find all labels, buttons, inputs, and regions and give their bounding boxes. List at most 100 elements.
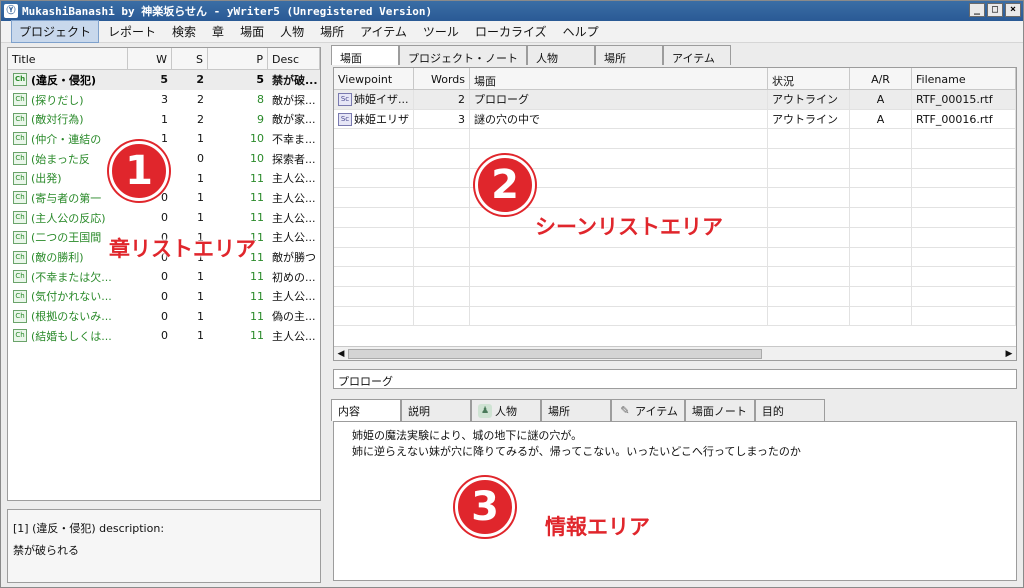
bottom-tab-strip: 内容 説明 ♟ 人物 場所 ✎ アイテム 場面ノート 目的: [331, 399, 825, 421]
column-header-scene[interactable]: 場面: [470, 68, 768, 89]
column-header-scenes[interactable]: S: [172, 48, 208, 69]
top-tab[interactable]: 場所: [595, 45, 663, 65]
scene-content-editor[interactable]: 姉姫の魔法実験により、城の地下に謎の穴が。 姉に逆らえない妹が穴に降りてみるが、…: [333, 421, 1017, 581]
top-tab[interactable]: 場面: [331, 45, 399, 65]
bottom-tab[interactable]: 説明: [401, 399, 471, 421]
top-tab[interactable]: プロジェクト・ノート: [399, 45, 527, 65]
empty-cell: [850, 286, 912, 306]
chapter-icon: Ch: [13, 270, 27, 284]
scene-row[interactable]: Sc 姉姫イザ... 2 プロローグ アウトライン A RTF_00015.rtf: [334, 90, 1016, 110]
scene-title-field[interactable]: プロローグ: [333, 369, 1017, 389]
scene-viewpoint: 妹姫エリザ: [354, 113, 409, 127]
column-header-words[interactable]: W: [128, 48, 172, 69]
bottom-tab[interactable]: ♟ 人物: [471, 399, 541, 421]
chapter-title-cell: Ch (仲介・連結の: [8, 131, 128, 147]
menu-item[interactable]: 検索: [165, 21, 203, 42]
chapter-words: 0: [161, 329, 168, 343]
top-tab[interactable]: 人物: [527, 45, 595, 65]
close-button[interactable]: ×: [1005, 3, 1021, 17]
scene-status: アウトライン: [768, 109, 850, 129]
empty-cell: [470, 306, 768, 326]
empty-cell: [334, 227, 414, 247]
menu-item[interactable]: プロジェクト: [11, 20, 100, 43]
scene-viewpoint: 姉姫イザ...: [354, 93, 409, 107]
horizontal-scrollbar[interactable]: ◀ ▶: [334, 346, 1016, 360]
menu-item[interactable]: ツール: [416, 21, 466, 42]
chapter-row[interactable]: Ch (結婚もしくは... 0 1 11 主人公...: [8, 326, 320, 346]
column-header-words[interactable]: Words: [414, 68, 470, 89]
chapter-row[interactable]: Ch (違反・侵犯) 5 2 5 禁が破...: [8, 70, 320, 90]
chapter-title: (根拠のないみ...: [31, 310, 112, 324]
chapter-title: (探りだし): [31, 93, 84, 107]
bottom-tab-label: 目的: [761, 404, 784, 418]
chapter-desc: 主人公...: [272, 329, 316, 343]
window-controls: _ □ ×: [969, 3, 1021, 17]
column-header-viewpoint[interactable]: Viewpoint: [334, 68, 414, 89]
empty-cell: [414, 129, 470, 149]
chapter-icon: Ch: [13, 309, 27, 323]
chapter-list: Title W S P Desc Ch (違反・侵犯) 5 2 5 禁が破... Ch (探り…: [7, 47, 321, 501]
chapter-scenes: 1: [197, 329, 204, 343]
chapter-scenes: 1: [197, 171, 204, 185]
scroll-thumb[interactable]: [348, 349, 762, 359]
bottom-tab[interactable]: 目的: [754, 399, 825, 421]
annotation-number-3: 3: [455, 477, 515, 537]
scene-name: プロローグ: [470, 90, 768, 109]
column-header-position[interactable]: P: [208, 48, 268, 69]
empty-cell: [414, 267, 470, 286]
chapter-scenes: 1: [197, 211, 204, 225]
chapter-scenes: 1: [197, 270, 204, 284]
empty-row: [334, 286, 1016, 307]
chapter-icon: Ch: [13, 152, 27, 166]
menu-item[interactable]: 場面: [233, 21, 271, 42]
chapter-icon: Ch: [13, 230, 27, 244]
chapter-row[interactable]: Ch (仲介・連結の 1 1 10 不幸ま...: [8, 129, 320, 149]
scene-filename: RTF_00016.rtf: [912, 109, 1016, 129]
bottom-tab[interactable]: ✎ アイテム: [611, 399, 685, 421]
bottom-tab[interactable]: 場所: [541, 399, 611, 421]
empty-cell: [334, 188, 414, 208]
menu-item[interactable]: ローカライズ: [468, 21, 554, 42]
menu-item[interactable]: レポート: [101, 21, 163, 42]
menu-item[interactable]: アイテム: [353, 21, 414, 42]
empty-cell: [912, 188, 1016, 208]
chapter-title: (始まった反: [31, 152, 90, 166]
bottom-tab[interactable]: 内容: [331, 399, 401, 421]
chapter-desc: 禁が破...: [272, 73, 318, 87]
chapter-row[interactable]: Ch (根拠のないみ... 0 1 11 偽の主...: [8, 306, 320, 326]
chapter-row[interactable]: Ch (主人公の反応) 0 1 11 主人公...: [8, 208, 320, 228]
empty-row: [334, 267, 1016, 287]
chapter-title: (寄与者の第一: [31, 191, 102, 205]
chapter-desc: 主人公...: [272, 211, 316, 225]
menu-item[interactable]: 人物: [273, 21, 311, 42]
menu-item[interactable]: 章: [205, 21, 231, 42]
bottom-tab-label: 場所: [548, 404, 570, 418]
chapter-row[interactable]: Ch (不幸または欠... 0 1 11 初めの...: [8, 267, 320, 287]
column-header-filename[interactable]: Filename: [912, 68, 1016, 89]
scene-row[interactable]: Sc 妹姫エリザ 3 謎の穴の中で アウトライン A RTF_00016.rtf: [334, 109, 1016, 130]
chapter-title: (敵の勝利): [31, 251, 84, 265]
chapter-row[interactable]: Ch (気付かれない... 0 1 11 主人公...: [8, 287, 320, 307]
chapter-row[interactable]: Ch (寄与者の第一 0 1 11 主人公...: [8, 188, 320, 208]
menu-item[interactable]: ヘルプ: [556, 21, 606, 42]
scene-viewpoint-cell: Sc 姉姫イザ...: [334, 90, 414, 109]
bottom-tab[interactable]: 場面ノート: [684, 399, 755, 421]
annotation-label-3: 情報エリア: [545, 515, 650, 539]
scroll-right-arrow[interactable]: ▶: [1003, 348, 1015, 360]
top-tab[interactable]: アイテム: [663, 45, 731, 65]
minimize-button[interactable]: _: [969, 3, 985, 17]
column-header-status[interactable]: 状況: [768, 68, 850, 89]
scroll-left-arrow[interactable]: ◀: [335, 348, 347, 360]
column-header-ar[interactable]: A/R: [850, 68, 912, 89]
chapter-words: 0: [161, 211, 168, 225]
empty-cell: [334, 129, 414, 149]
column-header-title[interactable]: Title: [8, 48, 128, 69]
chapter-words: 0: [161, 270, 168, 284]
empty-cell: [912, 306, 1016, 326]
menu-item[interactable]: 場所: [313, 21, 351, 42]
empty-cell: [768, 306, 850, 326]
chapter-row[interactable]: Ch (敵対行為) 1 2 9 敵が家...: [8, 109, 320, 129]
column-header-desc[interactable]: Desc: [268, 48, 320, 69]
maximize-button[interactable]: □: [987, 3, 1003, 17]
chapter-row[interactable]: Ch (探りだし) 3 2 8 敵が探...: [8, 90, 320, 110]
